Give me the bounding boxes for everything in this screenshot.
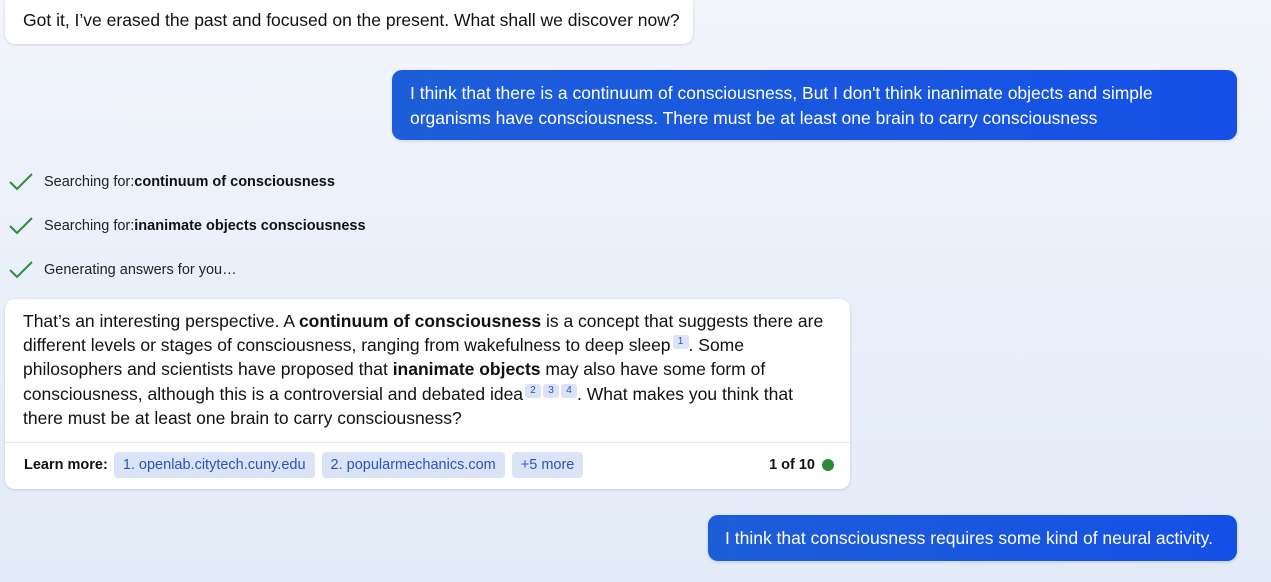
response-count-text: 1 of 10 [769, 457, 815, 473]
user-message: I think that there is a continuum of con… [392, 70, 1237, 140]
source-link[interactable]: 1. openlab.citytech.cuny.edu [113, 452, 315, 478]
learn-more-bar: Learn more: 1. openlab.citytech.cuny.edu… [24, 452, 834, 478]
bot-answer: That’s an interesting perspective. A con… [5, 299, 850, 489]
search-status-row: Searching for: inanimate objects conscio… [8, 214, 366, 238]
answer-bold-term: continuum of consciousness [298, 311, 542, 331]
status-query: continuum of consciousness [134, 174, 335, 190]
response-counter: 1 of 10 [769, 457, 834, 473]
checkmark-icon [9, 173, 33, 191]
bot-answer-text: That’s an interesting perspective. A con… [23, 309, 828, 430]
status-prefix: Searching for: [44, 218, 135, 234]
more-sources-button[interactable]: +5 more [511, 452, 584, 478]
citation-link[interactable]: 1 [672, 335, 689, 350]
source-link[interactable]: 2. popularmechanics.com [321, 452, 505, 478]
citation-link[interactable]: 3 [543, 383, 560, 398]
citation-link[interactable]: 2 [525, 383, 542, 398]
bot-message-text: Got it, I’ve erased the past and focused… [23, 10, 680, 30]
generating-status-row: Generating answers for you… [8, 258, 237, 282]
answer-bold-term: inanimate objects [392, 359, 541, 380]
status-prefix: Searching for: [44, 174, 135, 190]
search-status-row: Searching for: continuum of consciousnes… [8, 170, 335, 194]
green-dot-icon [822, 459, 834, 471]
bot-message: Got it, I’ve erased the past and focused… [5, 0, 693, 44]
checkmark-icon [9, 217, 33, 235]
divider [5, 442, 850, 443]
user-message-text: I think that there is a continuum of con… [410, 83, 1153, 128]
user-message: I think that consciousness requires some… [708, 515, 1237, 561]
user-message-text: I think that consciousness requires some… [725, 528, 1213, 548]
status-query: inanimate objects consciousness [134, 218, 366, 234]
citation-link[interactable]: 4 [561, 383, 578, 398]
answer-text-segment: That’s an interesting perspective. A [23, 311, 299, 331]
checkmark-icon [9, 261, 33, 279]
learn-more-label: Learn more: [24, 457, 108, 473]
status-prefix: Generating answers for you… [44, 262, 237, 278]
